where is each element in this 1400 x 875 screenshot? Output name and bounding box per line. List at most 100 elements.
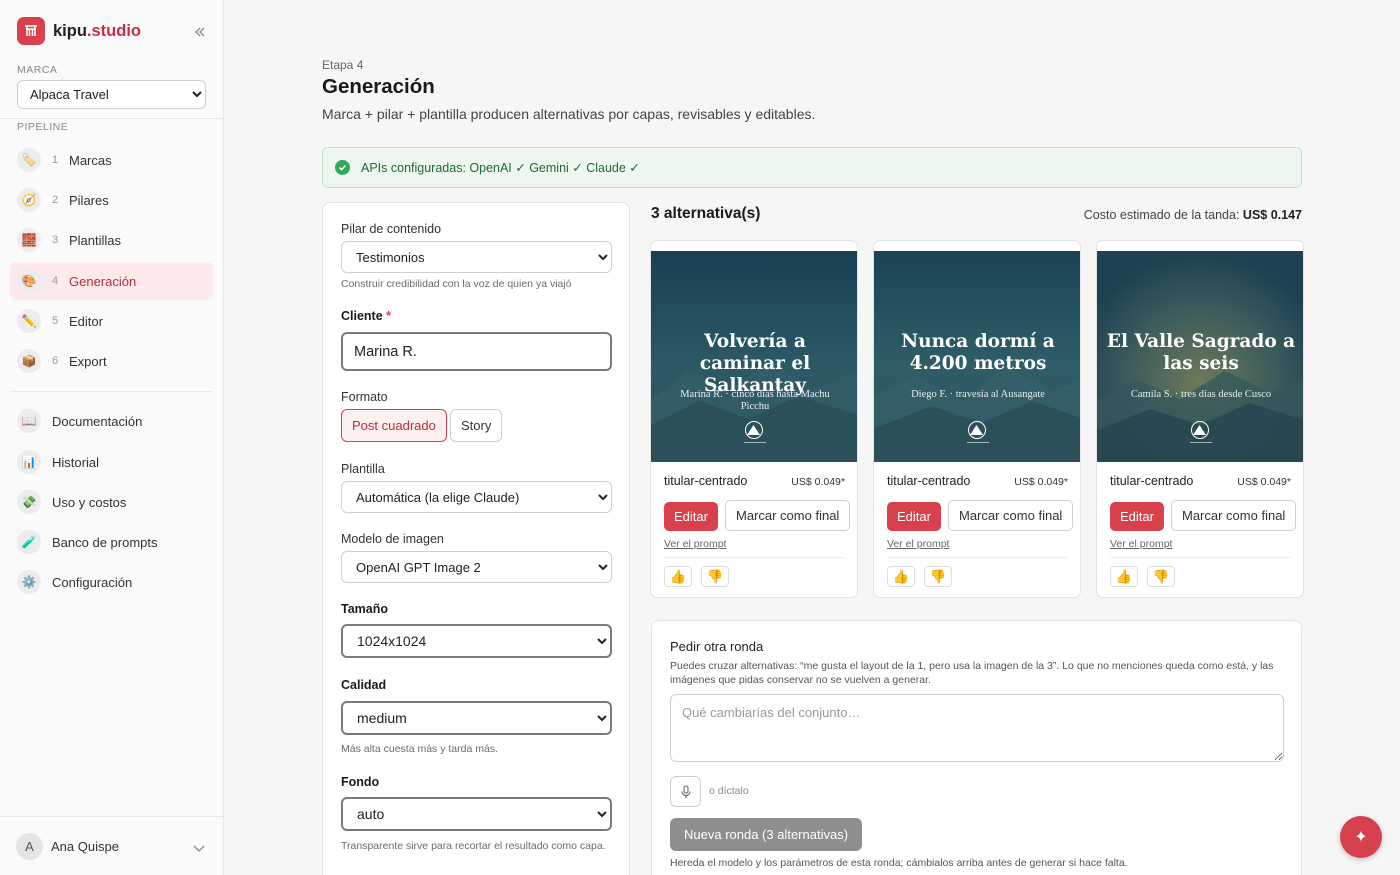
thumbs-down-button[interactable]: 👎 (924, 566, 952, 587)
sidebar-item-configuracion[interactable]: ⚙️ Configuración (10, 563, 213, 601)
pilar-hint: Construir credibilidad con la voz de qui… (341, 278, 572, 290)
sidebar-item-pilares[interactable]: 🧭 2 Pilares (10, 181, 213, 219)
edit-button[interactable]: Editar (887, 502, 941, 531)
mark-final-button[interactable]: Marcar como final (1171, 500, 1297, 531)
sidebar-item-editor[interactable]: ✏️ 5 Editor (10, 302, 213, 340)
fondo-select[interactable]: auto (341, 797, 612, 831)
sidebar-item-label: Plantillas (69, 232, 122, 248)
thumbs-down-icon: 👎 (929, 568, 947, 584)
fondo-label: Fondo (341, 775, 380, 789)
pilar-label: Pilar de contenido (341, 222, 442, 236)
plantilla-select[interactable]: Automática (la elige Claude) (341, 481, 612, 513)
user-name: Ana Quispe (51, 838, 119, 854)
book-icon: 📖 (17, 409, 41, 433)
sidebar-item-banco-prompts[interactable]: 🧪 Banco de prompts (10, 523, 213, 561)
thumbs-up-icon: 👍 (1115, 568, 1133, 584)
chevron-down-icon (193, 841, 205, 856)
dictate-label: o díctalo (709, 785, 749, 797)
microphone-icon (680, 784, 691, 798)
alternative-card: Volvería a caminar el Salkantay Marina R… (650, 240, 858, 598)
card-divider (664, 557, 845, 558)
thumbs-up-icon: 👍 (669, 568, 687, 584)
batch-cost: Costo estimado de la tanda: US$ 0.147 (1083, 208, 1302, 222)
brand-select[interactable]: Alpaca Travel (17, 80, 206, 109)
card-divider (1110, 557, 1291, 558)
step-number: 5 (52, 315, 59, 327)
thumbs-up-button[interactable]: 👍 (1110, 566, 1138, 587)
sidebar-item-historial[interactable]: 📊 Historial (10, 443, 213, 481)
card-caption: Camila S. · tres días desde Cusco (1130, 389, 1272, 400)
step-number: 1 (52, 154, 59, 166)
fondo-hint: Transparente sirve para recortar el resu… (341, 840, 606, 852)
thumbs-up-button[interactable]: 👍 (664, 566, 692, 587)
round-title: Pedir otra ronda (670, 639, 764, 654)
sidebar-item-uso-costos[interactable]: 💸 Uso y costos (10, 483, 213, 521)
thumbs-down-button[interactable]: 👎 (701, 566, 729, 587)
user-menu[interactable]: A Ana Quispe (0, 816, 224, 875)
card-price: US$ 0.049* (1237, 476, 1291, 488)
page-subtitle: Marca + pilar + plantilla producen alter… (322, 106, 816, 122)
sidebar-item-documentacion[interactable]: 📖 Documentación (10, 402, 213, 440)
sidebar-item-label: Generación (69, 273, 137, 289)
avatar: A (16, 832, 43, 860)
stage-eyebrow: Etapa 4 (322, 58, 364, 72)
mountain-logo-icon (1191, 421, 1209, 439)
card-headline: Volvería a caminar el Salkantay (699, 331, 811, 396)
collapse-sidebar-icon[interactable] (190, 22, 210, 42)
view-prompt-link[interactable]: Ver el prompt (887, 538, 949, 550)
pencil-icon: ✏️ (17, 309, 41, 333)
alternative-preview-image[interactable]: Volvería a caminar el Salkantay Marina R… (651, 251, 857, 462)
calidad-select[interactable]: medium (341, 701, 612, 735)
step-number: 2 (52, 194, 59, 206)
cliente-input[interactable] (341, 332, 612, 371)
new-round-panel: Pedir otra ronda Puedes cruzar alternati… (651, 620, 1302, 875)
sidebar-item-marcas[interactable]: 🏷️ 1 Marcas (10, 141, 213, 179)
pilar-select[interactable]: Testimonios (341, 241, 612, 273)
step-number: 6 (52, 355, 59, 367)
modelo-select[interactable]: OpenAI GPT Image 2 (341, 551, 612, 583)
card-template-name: titular-centrado (1110, 474, 1194, 488)
card-template-name: titular-centrado (887, 474, 971, 488)
api-status-banner: APIs configuradas: OpenAI ✓ Gemini ✓ Cla… (322, 147, 1302, 188)
card-caption: Diego F. · travesía al Ausangate (911, 389, 1045, 400)
edit-button[interactable]: Editar (664, 502, 718, 531)
tag-icon: 🏷️ (17, 148, 41, 172)
assistant-sparkle-button[interactable]: ✦ (1340, 816, 1382, 858)
format-story-button[interactable]: Story (450, 409, 503, 442)
sidebar-item-export[interactable]: 📦 6 Export (10, 342, 213, 380)
alternative-preview-image[interactable]: Nunca dormí a 4.200 metros Diego F. · tr… (874, 251, 1080, 462)
sidebar-item-plantillas[interactable]: 🧱 3 Plantillas (10, 221, 213, 259)
mountain-logo-icon (745, 421, 763, 439)
mark-final-button[interactable]: Marcar como final (948, 500, 1074, 531)
results-title: 3 alternativa(s) (651, 205, 761, 222)
round-feedback-textarea[interactable] (670, 694, 1284, 762)
format-post-cuadrado-button[interactable]: Post cuadrado (341, 409, 447, 442)
logo-wordmark (1190, 442, 1212, 443)
thumbs-down-button[interactable]: 👎 (1147, 566, 1175, 587)
view-prompt-link[interactable]: Ver el prompt (1110, 538, 1172, 550)
compass-icon: 🧭 (17, 188, 41, 212)
thumbs-up-button[interactable]: 👍 (887, 566, 915, 587)
alternative-preview-image[interactable]: El Valle Sagrado a las seis Camila S. · … (1097, 251, 1303, 462)
sidebar-item-label: Configuración (52, 574, 133, 590)
view-prompt-link[interactable]: Ver el prompt (664, 538, 726, 550)
sidebar-item-label: Historial (52, 454, 99, 470)
palette-icon: 🎨 (17, 269, 41, 293)
edit-button[interactable]: Editar (1110, 502, 1164, 531)
sidebar: kipu.studio MARCA Alpaca Travel PIPELINE… (0, 0, 224, 875)
card-price: US$ 0.049* (1014, 476, 1068, 488)
brand[interactable]: kipu.studio (17, 17, 141, 45)
round-footnote: Hereda el modelo y los parámetros de est… (670, 857, 1128, 869)
logo-wordmark (967, 442, 989, 443)
tamano-select[interactable]: 1024x1024 (341, 624, 612, 658)
sidebar-item-label: Documentación (52, 413, 143, 429)
card-headline: Nunca dormí a 4.200 metros (901, 331, 1055, 374)
sidebar-item-label: Banco de prompts (52, 534, 158, 550)
card-caption: Marina R. · cinco días hasta Machu Picch… (680, 389, 830, 412)
dictate-button[interactable] (670, 776, 701, 807)
new-round-button[interactable]: Nueva ronda (3 alternativas) (670, 818, 863, 851)
sidebar-item-generacion[interactable]: 🎨 4 Generación (10, 262, 213, 300)
mountain-logo-icon (968, 421, 986, 439)
mark-final-button[interactable]: Marcar como final (725, 500, 851, 531)
tamano-label: Tamaño (341, 602, 388, 616)
